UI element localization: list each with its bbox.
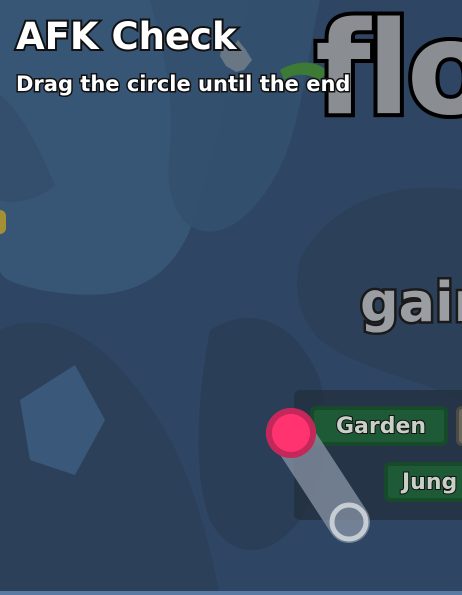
afk-drag-circle[interactable] [266,408,316,458]
afk-check-title: AFK Check [14,15,239,58]
game-canvas: flo gain Garden Jung AFK Check Drag the … [0,0,462,595]
biome-garden-button[interactable]: Garden [310,406,448,446]
afk-check-instruction: Drag the circle until the end [14,72,351,96]
offscreen-petal-icon [0,210,6,234]
biome-garden-label: Garden [335,413,427,440]
biome-jungle-label: Jung [401,469,458,496]
biome-jungle-button[interactable]: Jung [384,462,462,502]
bottom-edge-bar [0,591,462,595]
game-logo: flo [311,0,462,144]
gain-label: gain [357,271,462,334]
biome-next-button[interactable] [456,406,462,446]
